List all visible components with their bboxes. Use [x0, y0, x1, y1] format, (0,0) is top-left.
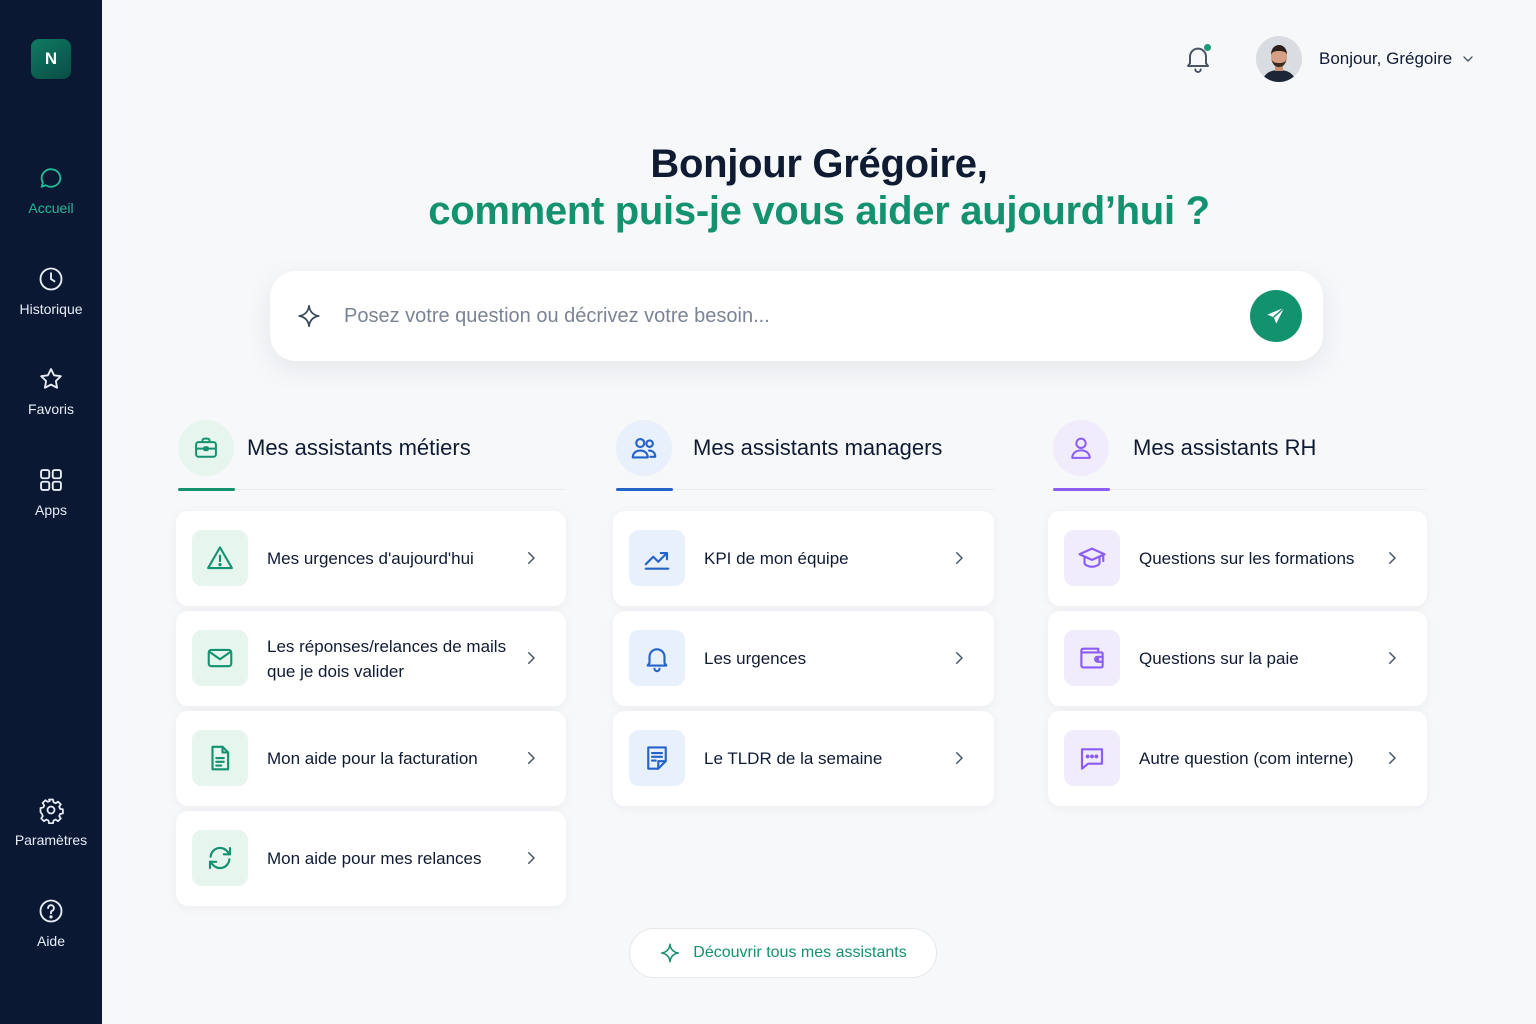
summary-icon [629, 730, 685, 786]
column-header-rh: Mes assistants RH [1053, 420, 1316, 476]
refresh-icon [192, 830, 248, 886]
assistant-card-label: Mes urgences d'aujourd'hui [267, 549, 474, 568]
notification-badge [1204, 44, 1211, 51]
assistant-card-facturation[interactable]: Mon aide pour la facturation [176, 711, 566, 806]
user-greeting: Bonjour, Grégoire [1319, 49, 1453, 68]
send-icon [1267, 307, 1285, 324]
assistant-card-label: Mon aide pour la facturation [267, 749, 478, 768]
assistant-card-paie[interactable]: Questions sur la paie [1048, 611, 1427, 706]
chevron-right-icon [956, 552, 963, 564]
bell-icon [629, 630, 685, 686]
assistant-card-com-interne[interactable]: Autre question (com interne) [1048, 711, 1427, 806]
sidebar-item-label: Paramètres [14, 832, 88, 848]
column-title: Mes assistants métiers [247, 435, 471, 460]
clock-icon [39, 267, 63, 291]
assistant-card-label: Les urgences [704, 649, 807, 668]
chevron-right-icon [528, 752, 535, 764]
column-accent-underline [616, 488, 673, 491]
assistant-card-label: Les réponses/relances de mails que je do… [267, 636, 507, 681]
assistant-card-label: Autre question (com interne) [1139, 749, 1354, 768]
briefcase-icon [178, 420, 234, 476]
discover-assistants-button[interactable]: Découvrir tous mes assistants [629, 928, 937, 978]
column-divider [178, 489, 566, 490]
assistant-card-label: KPI de mon équipe [704, 549, 849, 568]
column-header-managers: Mes assistants managers [616, 420, 942, 476]
sidebar-item-favoris[interactable]: Favoris [0, 365, 102, 417]
chevron-right-icon [1389, 752, 1396, 764]
assistant-card-label: Mon aide pour mes relances [267, 849, 482, 868]
assistant-card-tldr[interactable]: Le TLDR de la semaine [613, 711, 994, 806]
search-box [270, 271, 1323, 361]
sidebar-item-label: Aide [36, 933, 66, 949]
message-dots-icon [1064, 730, 1120, 786]
sidebar-item-label: Favoris [28, 401, 74, 417]
search-input[interactable] [344, 299, 1224, 333]
sidebar-item-label: Apps [35, 502, 67, 518]
sidebar-item-apps[interactable]: Apps [0, 466, 102, 518]
hero-title: Bonjour Grégoire, [650, 142, 988, 186]
column-title: Mes assistants RH [1133, 435, 1317, 460]
user-menu[interactable]: Bonjour, Grégoire [1256, 36, 1476, 82]
chevron-right-icon [1389, 552, 1396, 564]
assistant-card-label: Questions sur les formations [1139, 549, 1355, 568]
users-icon [616, 420, 672, 476]
gear-icon [39, 798, 64, 824]
chevron-right-icon [528, 652, 535, 664]
column-accent-underline [1053, 488, 1110, 491]
sidebar-item-label: Historique [19, 301, 83, 317]
star-icon [40, 368, 62, 389]
assistant-card-kpi[interactable]: KPI de mon équipe [613, 511, 994, 606]
assistant-card-urgences[interactable]: Mes urgences d'aujourd'hui [176, 511, 566, 606]
assistant-card-urgences-managers[interactable]: Les urgences [613, 611, 994, 706]
chevron-right-icon [1389, 652, 1396, 664]
sidebar-item-parametres[interactable]: Paramètres [0, 796, 102, 848]
assistant-card-label: Le TLDR de la semaine [704, 749, 883, 768]
warning-icon [192, 530, 248, 586]
help-circle-icon [39, 899, 63, 923]
sparkle-icon [661, 943, 680, 963]
wallet-icon [1064, 630, 1120, 686]
avatar [1256, 36, 1302, 82]
chevron-down-icon [1463, 56, 1473, 62]
assistant-card-mails[interactable]: Les réponses/relances de mails que je do… [176, 611, 566, 706]
send-button[interactable] [1250, 290, 1302, 342]
discover-label: Découvrir tous mes assistants [693, 944, 907, 961]
document-icon [192, 730, 248, 786]
assistant-card-label: Questions sur la paie [1139, 649, 1299, 668]
sidebar-item-aide[interactable]: Aide [0, 897, 102, 949]
column-accent-underline [178, 488, 235, 491]
assistant-card-relances[interactable]: Mon aide pour mes relances [176, 811, 566, 906]
column-title: Mes assistants managers [693, 435, 943, 460]
trend-up-icon [629, 530, 685, 586]
hero-subtitle: comment puis-je vous aider aujourd’hui ? [428, 189, 1210, 233]
notifications-button[interactable] [1182, 42, 1214, 74]
chevron-right-icon [528, 552, 535, 564]
user-icon [1053, 420, 1109, 476]
assistant-card-formations[interactable]: Questions sur les formations [1048, 511, 1427, 606]
sidebar-item-historique[interactable]: Historique [0, 265, 102, 317]
graduation-cap-icon [1064, 530, 1120, 586]
app-logo[interactable]: N [31, 39, 71, 79]
chevron-right-icon [956, 652, 963, 664]
grid-icon [40, 469, 62, 491]
column-header-metiers: Mes assistants métiers [178, 420, 471, 476]
chevron-right-icon [956, 752, 963, 764]
sparkle-icon [298, 304, 320, 328]
chevron-right-icon [528, 852, 535, 864]
mail-icon [192, 630, 248, 686]
